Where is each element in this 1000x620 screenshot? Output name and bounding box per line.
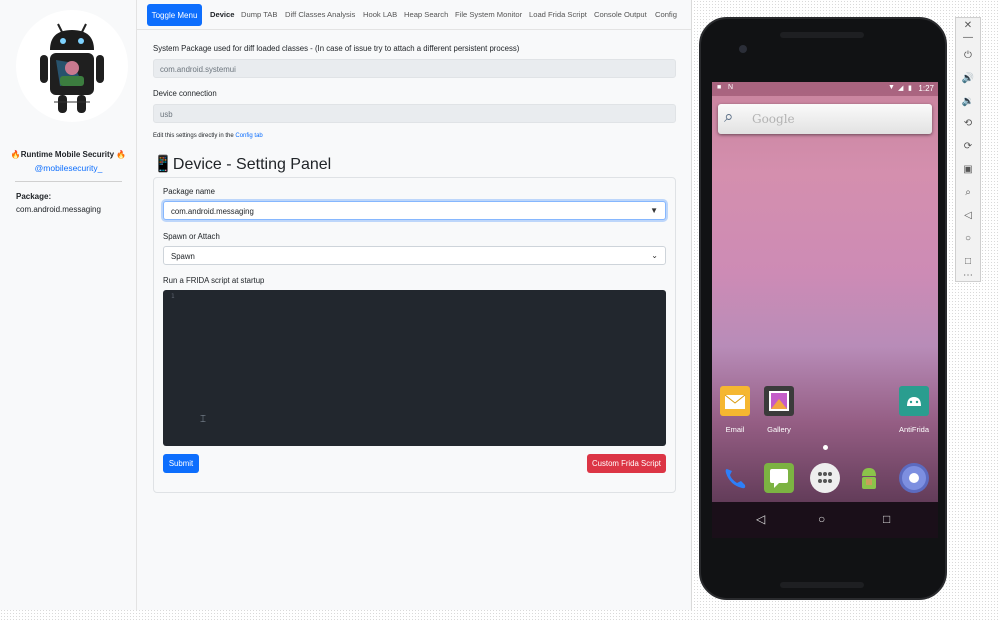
rms-android-app-icon[interactable] xyxy=(854,463,884,493)
battery-icon: ▮ xyxy=(908,85,912,92)
notification-icon: ■ xyxy=(717,84,722,91)
twitter-handle-link[interactable]: @mobilesecurity_ xyxy=(0,163,137,173)
antifrida-app-label: AntiFrida xyxy=(898,425,929,434)
emulator-controls: ✕ — ⏻ 🔊 🔉 ⟲ ⟳ ▣ ⌕ ◁ ○ □ ⋯ xyxy=(955,17,981,282)
volume-up-icon[interactable]: 🔊 xyxy=(956,73,980,84)
spawn-attach-value: Spawn xyxy=(171,252,195,261)
close-icon[interactable]: ✕ xyxy=(956,20,980,31)
dropdown-arrow-icon: ▼ xyxy=(650,206,658,215)
google-search-widget[interactable]: ⌕ Google xyxy=(718,104,932,134)
minimize-icon[interactable]: — xyxy=(956,32,980,43)
overview-button-icon[interactable]: □ xyxy=(956,256,980,267)
rotate-right-icon[interactable]: ⟳ xyxy=(956,141,980,152)
tab-device[interactable]: Device xyxy=(210,10,235,19)
back-icon[interactable]: ◁ xyxy=(756,512,765,526)
panel-heading: 📱Device - Setting Panel xyxy=(153,156,332,173)
app-drawer-icon[interactable] xyxy=(810,463,840,493)
rms-window: 🔥Runtime Mobile Security 🔥 @mobilesecuri… xyxy=(0,0,692,610)
phone-bottom-grille xyxy=(780,582,864,588)
n-notification-icon: N xyxy=(728,84,734,91)
search-icon: ⌕ xyxy=(724,107,734,126)
submit-button[interactable]: Submit xyxy=(163,454,199,473)
wifi-icon: ▼ xyxy=(888,84,895,91)
rotate-left-icon[interactable]: ⟲ xyxy=(956,118,980,129)
emulator-screen[interactable]: ■ N ▼ ◢ ▮ 1:27 ⌕ Google Email Gallery An… xyxy=(712,82,938,538)
config-tab-link[interactable]: Config tab xyxy=(235,133,262,139)
custom-frida-script-button[interactable]: Custom Frida Script xyxy=(587,454,666,473)
message-icon xyxy=(770,469,788,488)
sidebar-divider xyxy=(15,181,122,182)
toggle-menu-button[interactable]: Toggle Menu xyxy=(147,4,202,26)
phone-dialer-icon[interactable] xyxy=(720,463,750,493)
android-nav-bar: ◁ ○ □ xyxy=(712,502,938,538)
sidebar: 🔥Runtime Mobile Security 🔥 @mobilesecuri… xyxy=(0,0,137,610)
tab-console-output[interactable]: Console Output xyxy=(594,10,647,19)
android-robot-icon xyxy=(862,468,876,489)
more-options-icon[interactable]: ⋯ xyxy=(956,270,980,281)
device-connection-label: Device connection xyxy=(153,89,217,98)
gallery-icon xyxy=(769,391,789,411)
screenshot-icon[interactable]: ▣ xyxy=(956,164,980,175)
gallery-app-label: Gallery xyxy=(767,425,791,434)
spawn-attach-label: Spawn or Attach xyxy=(163,232,220,241)
antifrida-app-icon[interactable] xyxy=(899,386,929,416)
zoom-icon[interactable]: ⌕ xyxy=(956,187,980,198)
tab-heap-search[interactable]: Heap Search xyxy=(404,10,448,19)
tab-hook-lab[interactable]: Hook LAB xyxy=(363,10,397,19)
package-name-value: com.android.messaging xyxy=(171,207,254,216)
power-icon[interactable]: ⏻ xyxy=(956,50,980,61)
spawn-attach-select[interactable]: Spawn ⌄ xyxy=(163,246,666,265)
rms-logo xyxy=(16,10,128,122)
system-package-label: System Package used for diff loaded clas… xyxy=(153,44,520,53)
home-page-indicator xyxy=(823,445,828,450)
android-robot-logo-icon xyxy=(40,23,104,113)
device-connection-input: usb xyxy=(153,104,676,123)
volume-down-icon[interactable]: 🔉 xyxy=(956,96,980,107)
phone-camera xyxy=(739,45,747,53)
chromium-icon xyxy=(902,466,926,490)
system-package-input: com.android.systemui xyxy=(153,59,676,78)
phone-speaker xyxy=(780,32,864,38)
apps-grid-icon xyxy=(818,472,832,483)
email-app-icon[interactable] xyxy=(720,386,750,416)
edit-hint-text: Edit this settings directly in the xyxy=(153,133,234,139)
edit-hint: Edit this settings directly in the Confi… xyxy=(153,133,263,139)
back-button-icon[interactable]: ◁ xyxy=(956,210,980,221)
recents-icon[interactable]: □ xyxy=(883,512,890,526)
tab-dump[interactable]: Dump TAB xyxy=(241,10,277,19)
tab-fs-monitor[interactable]: File System Monitor xyxy=(455,10,522,19)
status-time: 1:27 xyxy=(918,84,934,93)
browser-app-icon[interactable] xyxy=(899,463,929,493)
mouse-cursor-icon: ⌶ xyxy=(200,414,206,425)
android-app-icon xyxy=(907,397,921,406)
home-button-icon[interactable]: ○ xyxy=(956,233,980,244)
package-value: com.android.messaging xyxy=(16,205,101,214)
gallery-app-icon[interactable] xyxy=(764,386,794,416)
tab-diff-classes[interactable]: Diff Classes Analysis xyxy=(285,10,355,19)
mail-icon xyxy=(724,394,746,409)
frida-script-editor[interactable]: 1 ⌶ xyxy=(163,290,666,446)
signal-icon: ◢ xyxy=(898,85,904,92)
tab-load-frida[interactable]: Load Frida Script xyxy=(529,10,587,19)
tab-config[interactable]: Config xyxy=(655,10,677,19)
home-icon[interactable]: ○ xyxy=(818,512,825,526)
package-name-select[interactable]: com.android.messaging ▼ xyxy=(163,201,666,220)
line-number: 1 xyxy=(171,293,175,300)
email-app-label: Email xyxy=(725,425,745,434)
package-label: Package: xyxy=(16,192,52,201)
top-nav: Toggle Menu Device Dump TAB Diff Classes… xyxy=(137,0,691,30)
phone-icon xyxy=(725,469,746,489)
package-name-label: Package name xyxy=(163,187,216,196)
chevron-down-icon: ⌄ xyxy=(651,251,658,260)
main-content: System Package used for diff loaded clas… xyxy=(137,30,691,610)
sidebar-title: 🔥Runtime Mobile Security 🔥 xyxy=(10,150,127,159)
frida-script-label: Run a FRIDA script at startup xyxy=(163,276,265,285)
google-label: Google xyxy=(752,112,795,126)
android-status-bar: ■ N ▼ ◢ ▮ 1:27 xyxy=(712,82,938,96)
messaging-app-icon[interactable] xyxy=(764,463,794,493)
